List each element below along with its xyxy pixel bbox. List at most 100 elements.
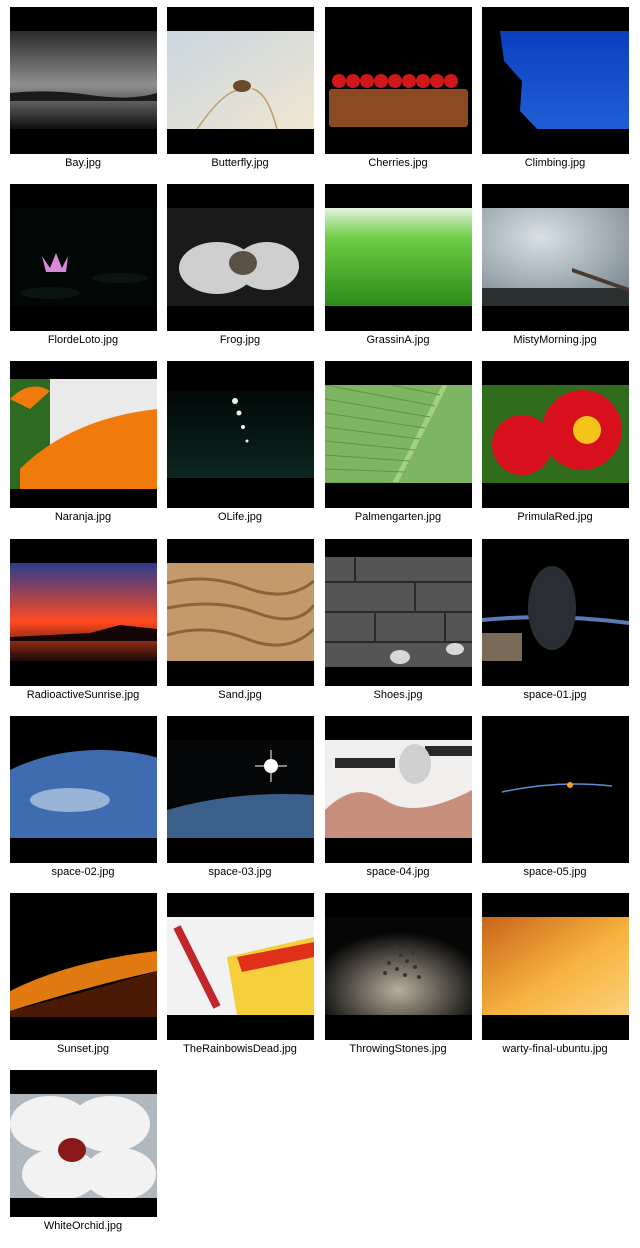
thumbnail-image [10, 563, 157, 661]
thumbnail-item[interactable]: Cherries.jpg [324, 7, 472, 175]
thumbnail-filename: Bay.jpg [65, 157, 101, 169]
thumbnail-item[interactable]: PrimulaRed.jpg [481, 361, 629, 529]
thumbnail-image [482, 563, 629, 661]
thumbnail-icon [10, 184, 157, 331]
thumbnail-image [167, 740, 314, 838]
thumbnail-image [482, 208, 629, 306]
thumbnail-image [167, 391, 314, 478]
thumbnail-filename: PrimulaRed.jpg [517, 511, 593, 523]
thumbnail-item[interactable]: OLife.jpg [166, 361, 314, 529]
thumbnail-filename: Naranja.jpg [54, 511, 112, 523]
thumbnail-image [167, 31, 314, 129]
thumbnail-icon [482, 893, 629, 1040]
thumbnail-icon [10, 7, 157, 154]
thumbnail-icon [10, 716, 157, 863]
thumbnail-icon [167, 361, 314, 508]
thumbnail-filename: ThrowingStones.jpg [349, 1043, 447, 1055]
thumbnail-item[interactable]: space-03.jpg [166, 716, 314, 884]
thumbnail-filename: RadioactiveSunrise.jpg [26, 689, 140, 701]
thumbnail-filename: Sand.jpg [218, 689, 262, 701]
thumbnail-item[interactable]: GrassinA.jpg [324, 184, 472, 352]
thumbnail-filename: MistyMorning.jpg [513, 334, 597, 346]
thumbnail-item[interactable]: Shoes.jpg [324, 539, 472, 707]
thumbnail-filename: Butterfly.jpg [211, 157, 269, 169]
thumbnail-filename: Sunset.jpg [57, 1043, 109, 1055]
thumbnail-filename: WhiteOrchid.jpg [43, 1220, 123, 1232]
thumbnail-filename: space-01.jpg [523, 689, 587, 701]
thumbnail-image [482, 31, 629, 129]
thumbnail-icon [482, 184, 629, 331]
thumbnail-image [167, 208, 314, 306]
thumbnail-image [482, 740, 629, 838]
thumbnail-image [482, 917, 629, 1015]
thumbnail-icon [10, 361, 157, 508]
thumbnail-icon [167, 184, 314, 331]
thumbnail-item[interactable]: Butterfly.jpg [166, 7, 314, 175]
thumbnail-image [10, 931, 157, 1017]
thumbnail-item[interactable]: Sunset.jpg [9, 893, 157, 1061]
thumbnail-item[interactable]: Sand.jpg [166, 539, 314, 707]
thumbnail-item[interactable]: Bay.jpg [9, 7, 157, 175]
thumbnail-filename: space-02.jpg [51, 866, 115, 878]
thumbnail-icon [482, 361, 629, 508]
thumbnail-filename: Palmengarten.jpg [354, 511, 442, 523]
thumbnail-filename: space-03.jpg [208, 866, 272, 878]
thumbnail-item[interactable]: Palmengarten.jpg [324, 361, 472, 529]
thumbnail-icon [10, 1070, 157, 1217]
thumbnail-item[interactable]: warty-final-ubuntu.jpg [481, 893, 629, 1061]
thumbnail-image [167, 917, 314, 1015]
thumbnail-filename: Frog.jpg [219, 334, 261, 346]
thumbnail-filename: warty-final-ubuntu.jpg [502, 1043, 608, 1055]
thumbnail-icon [167, 539, 314, 686]
thumbnail-item[interactable]: space-01.jpg [481, 539, 629, 707]
thumbnail-filename: space-05.jpg [523, 866, 587, 878]
thumbnail-item[interactable]: Climbing.jpg [481, 7, 629, 175]
thumbnail-item[interactable]: TheRainbowisDead.jpg [166, 893, 314, 1061]
thumbnail-icon [167, 716, 314, 863]
thumbnail-icon [325, 361, 472, 508]
thumbnail-item[interactable]: space-02.jpg [9, 716, 157, 884]
thumbnail-item[interactable]: FlordeLoto.jpg [9, 184, 157, 352]
thumbnail-icon [10, 539, 157, 686]
thumbnail-image [10, 740, 157, 838]
thumbnail-icon [325, 539, 472, 686]
thumbnail-filename: OLife.jpg [217, 511, 263, 523]
thumbnail-item[interactable]: Frog.jpg [166, 184, 314, 352]
thumbnail-icon [482, 539, 629, 686]
thumbnail-icon [325, 893, 472, 1040]
thumbnail-image [325, 740, 472, 838]
thumbnail-image [325, 917, 472, 1015]
thumbnail-image [10, 31, 157, 129]
thumbnail-icon [167, 893, 314, 1040]
thumbnail-icon [325, 184, 472, 331]
thumbnail-filename: Climbing.jpg [524, 157, 586, 169]
thumbnail-item[interactable]: ThrowingStones.jpg [324, 893, 472, 1061]
thumbnail-image [167, 563, 314, 661]
thumbnail-image [10, 1094, 157, 1198]
thumbnail-image [10, 208, 157, 306]
thumbnail-icon [10, 893, 157, 1040]
thumbnail-icon [482, 7, 629, 154]
thumbnail-filename: Shoes.jpg [373, 689, 423, 701]
thumbnail-filename: TheRainbowisDead.jpg [183, 1043, 297, 1055]
thumbnail-image [10, 379, 157, 489]
thumbnail-filename: FlordeLoto.jpg [47, 334, 119, 346]
thumbnail-item[interactable]: MistyMorning.jpg [481, 184, 629, 352]
thumbnail-icon [482, 716, 629, 863]
thumbnail-icon [167, 7, 314, 154]
thumbnail-item[interactable]: WhiteOrchid.jpg [9, 1070, 157, 1238]
thumbnail-image [325, 31, 472, 129]
thumbnail-item[interactable]: space-05.jpg [481, 716, 629, 884]
thumbnail-icon [325, 7, 472, 154]
thumbnail-image [325, 385, 472, 483]
thumbnail-image [325, 557, 472, 667]
thumbnail-item[interactable]: space-04.jpg [324, 716, 472, 884]
thumbnail-filename: space-04.jpg [366, 866, 430, 878]
thumbnail-icon [325, 716, 472, 863]
thumbnail-image [482, 385, 629, 483]
thumbnail-item[interactable]: RadioactiveSunrise.jpg [9, 539, 157, 707]
thumbnail-gallery: Bay.jpg Butterfly.jpg Cherries.jpg Climb… [0, 0, 640, 1248]
thumbnail-filename: GrassinA.jpg [366, 334, 430, 346]
thumbnail-item[interactable]: Naranja.jpg [9, 361, 157, 529]
thumbnail-image [325, 208, 472, 306]
